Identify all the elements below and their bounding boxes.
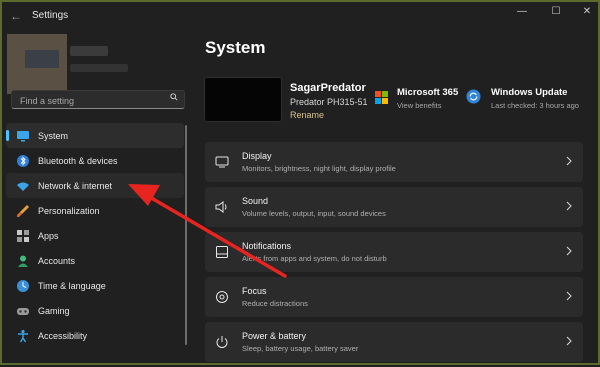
device-image: [204, 77, 282, 122]
sidebar-item-time-language[interactable]: Time & language: [6, 273, 184, 298]
search-icon[interactable]: [170, 93, 178, 101]
sidebar-item-label: Accessibility: [38, 330, 88, 341]
card-title: Notifications: [242, 241, 292, 251]
windows-update-icon[interactable]: [466, 89, 481, 104]
bluetooth-icon: [17, 154, 29, 167]
sidebar-item-label: Network & internet: [38, 180, 113, 191]
sidebar-item-system[interactable]: System: [6, 123, 184, 148]
sidebar-item-accounts[interactable]: Accounts: [6, 248, 184, 273]
card-title: Focus: [242, 286, 267, 296]
accessibility-icon: [18, 329, 28, 342]
sidebar-item-label: Bluetooth & devices: [38, 155, 118, 166]
microsoft-365-icon[interactable]: [375, 91, 388, 104]
card-notifications[interactable]: Notifications Alerts from apps and syste…: [205, 232, 583, 272]
wifi-icon: [17, 182, 29, 191]
user-name-blurred: [70, 46, 108, 56]
device-model: Predator PH315-51: [290, 97, 368, 107]
brush-icon: [17, 204, 29, 217]
windows-update-title[interactable]: Windows Update: [491, 87, 567, 98]
user-avatar[interactable]: [7, 34, 67, 94]
card-display[interactable]: Display Monitors, brightness, night ligh…: [205, 142, 583, 182]
gamepad-icon: [17, 307, 29, 315]
search-box[interactable]: [11, 90, 185, 109]
sidebar: System Bluetooth & devices Network & int…: [0, 30, 190, 365]
close-button[interactable]: ✕: [574, 4, 600, 20]
main-content: System SagarPredator Predator PH315-51 R…: [190, 30, 600, 365]
microsoft-365-title[interactable]: Microsoft 365: [397, 87, 458, 98]
nav-list: System Bluetooth & devices Network & int…: [6, 123, 184, 348]
chevron-right-icon: [566, 201, 572, 211]
focus-icon: [216, 291, 228, 303]
sidebar-item-label: Accounts: [38, 255, 76, 266]
sidebar-item-gaming[interactable]: Gaming: [6, 298, 184, 323]
globe-clock-icon: [17, 279, 29, 292]
search-input[interactable]: [18, 93, 172, 109]
card-subtitle: Sleep, battery usage, battery saver: [242, 344, 359, 353]
sidebar-item-label: System: [38, 130, 69, 141]
sidebar-item-label: Apps: [38, 230, 59, 241]
card-sound[interactable]: Sound Volume levels, output, input, soun…: [205, 187, 583, 227]
chevron-right-icon: [566, 156, 572, 166]
apps-icon: [17, 229, 29, 242]
speaker-icon: [215, 201, 227, 213]
sidebar-item-label: Personalization: [38, 205, 100, 216]
person-icon: [18, 255, 28, 267]
card-power-battery[interactable]: Power & battery Sleep, battery usage, ba…: [205, 322, 583, 362]
windows-update-subtitle: Last checked: 3 hours ago: [491, 101, 579, 110]
chevron-right-icon: [566, 291, 572, 301]
settings-cards: Display Monitors, brightness, night ligh…: [205, 142, 583, 367]
sidebar-item-network[interactable]: Network & internet: [6, 173, 184, 198]
chevron-right-icon: [566, 246, 572, 256]
sidebar-item-label: Time & language: [38, 280, 106, 291]
monitor-icon: [17, 130, 29, 141]
sidebar-item-personalization[interactable]: Personalization: [6, 198, 184, 223]
chevron-right-icon: [566, 336, 572, 346]
card-subtitle: Monitors, brightness, night light, displ…: [242, 164, 396, 173]
app-title: Settings: [32, 10, 69, 21]
rename-link[interactable]: Rename: [290, 110, 324, 120]
sidebar-item-label: Gaming: [38, 305, 70, 316]
card-title: Power & battery: [242, 331, 307, 341]
maximize-button[interactable]: ☐: [543, 4, 569, 20]
sidebar-item-apps[interactable]: Apps: [6, 223, 184, 248]
device-name: SagarPredator: [290, 82, 366, 94]
display-icon: [215, 156, 229, 168]
card-subtitle: Alerts from apps and system, do not dist…: [242, 254, 387, 263]
microsoft-365-subtitle: View benefits: [397, 101, 442, 110]
card-title: Display: [242, 151, 272, 161]
card-subtitle: Volume levels, output, input, sound devi…: [242, 209, 386, 218]
card-title: Sound: [242, 196, 269, 206]
active-indicator: [6, 130, 9, 141]
sidebar-item-accessibility[interactable]: Accessibility: [6, 323, 184, 348]
sidebar-scrollbar[interactable]: [185, 125, 187, 345]
user-email-blurred: [70, 64, 128, 72]
minimize-button[interactable]: —: [509, 4, 535, 20]
card-focus[interactable]: Focus Reduce distractions: [205, 277, 583, 317]
sidebar-item-bluetooth[interactable]: Bluetooth & devices: [6, 148, 184, 173]
card-subtitle: Reduce distractions: [242, 299, 308, 308]
title-bar: ← Settings — ☐ ✕: [0, 0, 600, 32]
page-title: System: [205, 38, 266, 57]
back-arrow-icon[interactable]: ←: [10, 9, 22, 23]
bell-icon: [216, 246, 228, 258]
power-icon: [216, 336, 228, 348]
